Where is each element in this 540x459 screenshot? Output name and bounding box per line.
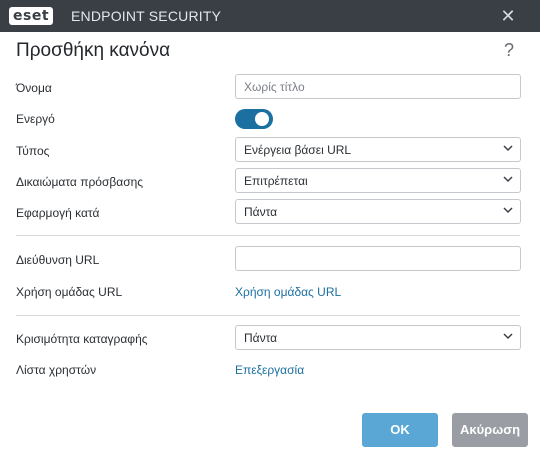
enabled-toggle[interactable] (235, 109, 273, 129)
type-select[interactable]: Ενέργεια βάσει URL (235, 137, 521, 162)
ok-button[interactable]: OK (362, 413, 438, 447)
apply-during-select[interactable]: Πάντα (235, 199, 521, 224)
dialog-title: Προσθήκη κανόνα (16, 40, 171, 61)
access-rights-label: Δικαιώματα πρόσβασης (16, 175, 144, 189)
toggle-knob (255, 112, 269, 126)
chevron-down-icon (503, 145, 513, 152)
eset-logo: eset (9, 7, 54, 25)
url-group-label: Χρήση ομάδας URL (16, 285, 123, 299)
divider (16, 235, 520, 236)
name-input[interactable]: Χωρίς τίτλο (235, 74, 521, 99)
apply-during-value: Πάντα (244, 205, 278, 219)
url-input[interactable] (235, 246, 521, 271)
user-list-label: Λίστα χρηστών (16, 363, 97, 377)
url-group-link[interactable]: Χρήση ομάδας URL (235, 285, 341, 299)
enabled-label: Ενεργό (16, 112, 55, 126)
add-rule-dialog: eset ENDPOINT SECURITY ✕ Προσθήκη κανόνα… (0, 0, 540, 459)
help-icon[interactable]: ? (504, 40, 514, 61)
access-rights-select[interactable]: Επιτρέπεται (235, 168, 521, 193)
log-severity-value: Πάντα (244, 331, 278, 345)
name-placeholder: Χωρίς τίτλο (244, 80, 305, 94)
logo-text: eset (13, 8, 50, 24)
chevron-down-icon (503, 333, 513, 340)
edit-user-list-link[interactable]: Επεξεργασία (235, 363, 304, 377)
access-rights-value: Επιτρέπεται (244, 174, 308, 188)
type-value: Ενέργεια βάσει URL (244, 143, 352, 157)
chevron-down-icon (503, 207, 513, 214)
app-name: ENDPOINT SECURITY (71, 8, 222, 24)
divider (16, 315, 520, 316)
url-label: Διεύθυνση URL (16, 253, 100, 267)
name-label: Όνομα (16, 81, 52, 95)
apply-during-label: Εφαρμογή κατά (16, 206, 100, 220)
title-bar: eset ENDPOINT SECURITY ✕ (0, 0, 540, 32)
chevron-down-icon (503, 176, 513, 183)
log-severity-label: Κρισιμότητα καταγραφής (16, 332, 148, 346)
log-severity-select[interactable]: Πάντα (235, 325, 521, 350)
cancel-button[interactable]: Ακύρωση (452, 413, 528, 447)
close-icon[interactable]: ✕ (496, 5, 520, 27)
type-label: Τύπος (16, 144, 50, 158)
